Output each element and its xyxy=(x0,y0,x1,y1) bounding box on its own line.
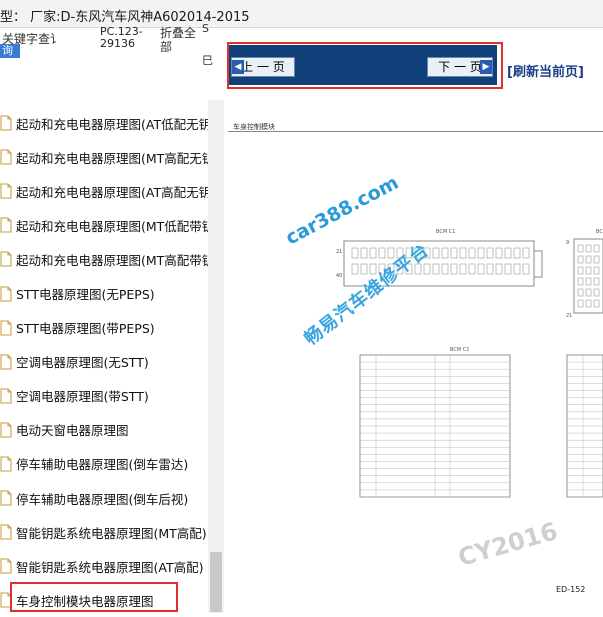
connector-label-3: BC xyxy=(596,229,603,235)
document-icon xyxy=(0,490,12,506)
refresh-page-link[interactable]: [刷新当前页] xyxy=(507,61,584,80)
query-button[interactable]: 询 xyxy=(0,44,20,58)
list-item-label: 电动天窗电器原理图 xyxy=(16,423,129,439)
list-item[interactable]: 起动和充电电器原理图(AT高配无钥匙) xyxy=(0,174,208,208)
list-item[interactable]: STT电器原理图(无PEPS) xyxy=(0,276,208,310)
list-item-label: 空调电器原理图(带STT) xyxy=(16,389,149,405)
document-icon xyxy=(0,183,12,199)
list-item-label: STT电器原理图(带PEPS) xyxy=(16,321,155,337)
svg-text:21: 21 xyxy=(336,249,342,255)
svg-text:9: 9 xyxy=(566,240,569,246)
list-item-label: 起动和充电电器原理图(MT高配无钥匙) xyxy=(16,150,208,166)
document-icon xyxy=(0,456,12,472)
list-item[interactable]: 智能钥匙系统电器原理图(MT高配) xyxy=(0,515,208,549)
svg-text:40: 40 xyxy=(336,273,342,279)
diagram-list: 起动和充电电器原理图(AT低配无钥匙) 起动和充电电器原理图(MT高配无钥匙) 起动… xyxy=(0,106,208,617)
list-item[interactable]: 停车辅助电器原理图(倒车雷达) xyxy=(0,447,208,481)
svg-text:21: 21 xyxy=(566,313,572,319)
list-item-label: 起动和充电电器原理图(MT低配带钥匙) xyxy=(16,218,208,234)
document-icon xyxy=(0,422,12,438)
connector-label-1: BCM C1 xyxy=(436,229,455,235)
side-label-s: S xyxy=(202,22,209,35)
pc-code: PC.123-29136 xyxy=(100,25,143,50)
list-item-label: 智能钥匙系统电器原理图(MT高配) xyxy=(16,525,207,541)
connector-bc: BC 9 21 xyxy=(566,229,603,319)
list-item-label: 停车辅助电器原理图(倒车后视) xyxy=(16,491,189,507)
list-item[interactable]: 空调电器原理图(无STT) xyxy=(0,345,208,379)
list-item[interactable]: 起动和充电电器原理图(MT低配带钥匙) xyxy=(0,208,208,242)
page-number: ED-152 xyxy=(556,585,586,594)
document-icon xyxy=(0,524,12,540)
document-icon xyxy=(0,251,12,267)
document-icon xyxy=(0,286,12,302)
document-header-rule xyxy=(228,131,603,132)
list-item[interactable]: 起动和充电电器原理图(MT高配无钥匙) xyxy=(0,140,208,174)
list-item-label: 停车辅助电器原理图(倒车雷达) xyxy=(16,457,189,473)
list-item[interactable]: STT电器原理图(带PEPS) xyxy=(0,311,208,345)
collapse-all-button[interactable]: 折叠全部 xyxy=(160,26,200,54)
window-title: 型： 厂家:D-东风汽车风神A602014-2015 xyxy=(0,10,250,25)
document-icon xyxy=(0,558,12,574)
pin-table-2 xyxy=(566,354,603,498)
pin-table-1: BCM C1 xyxy=(359,347,511,498)
connector-label-2: BCM C1 xyxy=(450,347,469,353)
document-icon xyxy=(0,149,12,165)
list-item-label: 空调电器原理图(无STT) xyxy=(16,355,149,371)
list-item-label: STT电器原理图(无PEPS) xyxy=(16,287,155,303)
list-item-label: 智能钥匙系统电器原理图(AT高配) xyxy=(16,559,204,575)
scrollbar-thumb[interactable] xyxy=(210,552,222,612)
list-item-label: 起动和充电电器原理图(MT高配带钥匙) xyxy=(16,252,208,268)
document-icon xyxy=(0,354,12,370)
document-icon xyxy=(0,388,12,404)
list-item[interactable]: 空调电器原理图(带STT) xyxy=(0,379,208,413)
list-item-label: 起动和充电电器原理图(AT低配无钥匙) xyxy=(16,116,208,132)
document-icon xyxy=(0,115,12,131)
list-item[interactable]: 电动天窗电器原理图 xyxy=(0,413,208,447)
document-icon xyxy=(0,320,12,336)
list-item[interactable]: 停车辅助电器原理图(倒车后视) xyxy=(0,481,208,515)
side-label-b: 巳 xyxy=(202,54,213,67)
list-item[interactable]: 起动和充电电器原理图(MT高配带钥匙) xyxy=(0,242,208,276)
title-bar: 型： 厂家:D-东风汽车风神A602014-2015 xyxy=(0,0,603,28)
selected-item-highlight xyxy=(10,582,178,612)
list-item-label: 起动和充电电器原理图(AT高配无钥匙) xyxy=(16,184,208,200)
list-item[interactable]: 起动和充电电器原理图(AT低配无钥匙) xyxy=(0,106,208,140)
document-icon xyxy=(0,217,12,233)
list-scrollbar[interactable] xyxy=(208,100,224,613)
nav-highlight-box xyxy=(227,42,503,89)
list-item[interactable]: 智能钥匙系统电器原理图(AT高配) xyxy=(0,549,208,583)
